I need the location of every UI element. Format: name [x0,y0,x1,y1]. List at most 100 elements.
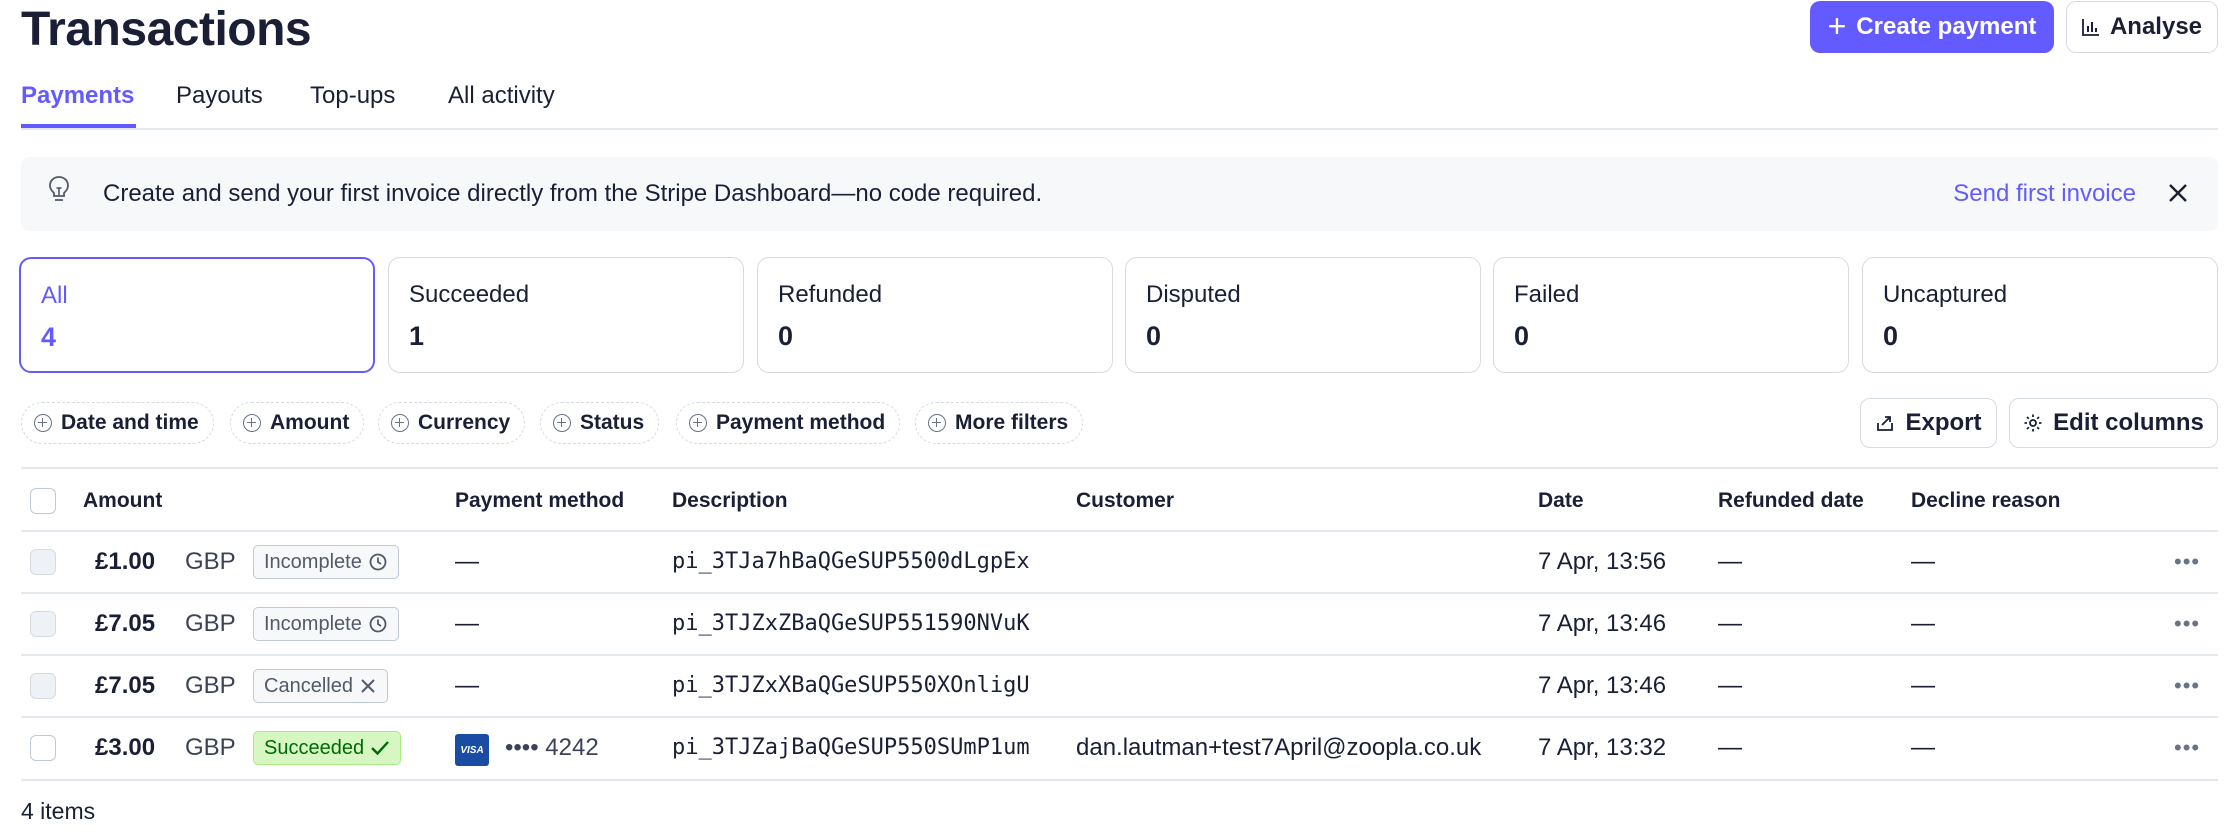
description-value: pi_3TJZxXBaQGeSUP550XOnligU [672,673,1030,698]
analyse-button[interactable]: Analyse [2066,1,2218,53]
status-card-disputed[interactable]: Disputed 0 [1125,257,1481,373]
table-top-border [21,467,2218,469]
row-checkbox[interactable] [30,673,56,699]
x-icon [361,679,375,693]
filter-currency[interactable]: Currency [378,402,526,444]
status-badge: Incomplete [253,545,399,579]
filter-payment-method[interactable]: Payment method [676,402,901,444]
analyse-label: Analyse [2109,13,2203,40]
refunded-date-value: — [1718,734,1742,761]
create-payment-button[interactable]: + Create payment [1810,1,2054,53]
refunded-date-value: — [1718,610,1742,637]
table-row[interactable]: £7.05 GBP Incomplete — pi_3TJZxZBaQGeSUP… [0,593,2230,655]
send-first-invoice-link[interactable]: Send first invoice [1953,180,2136,208]
status-card-all[interactable]: All 4 [19,257,375,373]
status-card-refunded[interactable]: Refunded 0 [757,257,1113,373]
invoice-banner: Create and send your first invoice direc… [21,157,2218,231]
card-count: 1 [409,321,425,351]
items-count: 4 items [21,798,96,824]
tab-payouts[interactable]: Payouts [176,82,263,110]
table-row[interactable]: £7.05 GBP Cancelled — pi_3TJZxXBaQGeSUP5… [0,655,2230,717]
transactions-page: Transactions + Create payment Analyse Pa… [0,0,2230,836]
status-badge: Succeeded [253,731,402,765]
refunded-date-value: — [1718,672,1742,699]
edit-columns-label: Edit columns [2053,409,2204,436]
description-value: pi_3TJa7hBaQGeSUP5500dLgpEx [672,549,1030,574]
lightbulb-icon [49,176,69,201]
row-checkbox[interactable] [30,735,56,761]
export-label: Export [1905,409,1982,436]
more-actions-icon[interactable]: ••• [2174,673,2200,699]
amount-value: £3.00 [95,734,156,761]
decline-reason-value: — [1911,734,1935,761]
column-header-amount[interactable]: Amount [83,489,162,513]
filter-label: Payment method [716,411,886,434]
visa-card-icon: VISA [455,734,489,766]
table-row[interactable]: £3.00 GBP Succeeded VISA •••• 4242 pi_3T… [0,717,2230,779]
more-actions-icon[interactable]: ••• [2174,549,2200,575]
more-actions-icon[interactable]: ••• [2174,611,2200,637]
add-circle-icon [928,414,946,432]
status-badge: Cancelled [253,669,388,703]
bar-chart-icon [2082,19,2099,36]
column-header-description[interactable]: Description [672,489,788,513]
status-card-failed[interactable]: Failed 0 [1493,257,1849,373]
payment-method-value: •••• 4242 [505,734,599,761]
currency-code: GBP [185,734,236,761]
column-header-date[interactable]: Date [1538,489,1584,513]
page-title: Transactions [21,3,312,56]
column-header-decline-reason[interactable]: Decline reason [1911,489,2060,513]
status-card-succeeded[interactable]: Succeeded 1 [388,257,744,373]
filter-label: Currency [418,411,511,434]
filter-more-filters[interactable]: More filters [915,402,1084,444]
status-card-uncaptured[interactable]: Uncaptured 0 [1862,257,2218,373]
table-row[interactable]: £1.00 GBP Incomplete — pi_3TJa7hBaQGeSUP… [0,531,2230,593]
tab-payments[interactable]: Payments [21,82,134,110]
gear-icon [2024,414,2042,432]
column-header-customer[interactable]: Customer [1076,489,1174,513]
date-value: 7 Apr, 13:56 [1538,548,1667,575]
tab-all-activity[interactable]: All activity [448,82,555,110]
card-count: 4 [41,322,57,352]
column-header-refunded-date[interactable]: Refunded date [1718,489,1864,513]
amount-value: £7.05 [95,672,156,699]
filter-label: Amount [270,411,350,434]
filter-label: Status [580,411,645,434]
status-badge: Incomplete [253,607,399,641]
export-icon [1877,416,1894,431]
status-label: Incomplete [264,612,362,635]
export-button[interactable]: Export [1860,398,1997,448]
filter-label: Date and time [61,411,199,434]
status-label: Cancelled [264,674,353,697]
close-icon[interactable] [2164,179,2192,207]
currency-code: GBP [185,672,236,699]
create-payment-label: Create payment [1856,13,2037,40]
select-all-checkbox[interactable] [30,488,56,514]
card-count: 0 [1146,321,1162,351]
date-value: 7 Apr, 13:46 [1538,610,1667,637]
decline-reason-value: — [1911,610,1935,637]
filter-amount[interactable]: Amount [230,402,365,444]
edit-columns-button[interactable]: Edit columns [2009,398,2218,448]
column-header-payment-method[interactable]: Payment method [455,489,624,513]
payment-method-value: — [455,672,479,699]
clock-icon [369,553,387,571]
row-checkbox[interactable] [30,549,56,575]
date-value: 7 Apr, 13:46 [1538,672,1667,699]
add-circle-icon [243,414,261,432]
filter-date-and-time[interactable]: Date and time [21,402,214,444]
description-value: pi_3TJZajBaQGeSUP550SUmP1um [672,735,1030,760]
check-icon [371,741,389,756]
more-actions-icon[interactable]: ••• [2174,735,2200,761]
card-label: All [41,282,68,309]
payment-method-value: — [455,610,479,637]
card-label: Uncaptured [1883,281,2008,308]
add-circle-icon [553,414,571,432]
card-count: 0 [1883,321,1899,351]
active-tab-indicator [21,124,136,128]
status-label: Incomplete [264,550,362,573]
row-checkbox[interactable] [30,611,56,637]
filter-status[interactable]: Status [540,402,660,444]
add-circle-icon [34,414,52,432]
tab-top-ups[interactable]: Top-ups [310,82,395,110]
